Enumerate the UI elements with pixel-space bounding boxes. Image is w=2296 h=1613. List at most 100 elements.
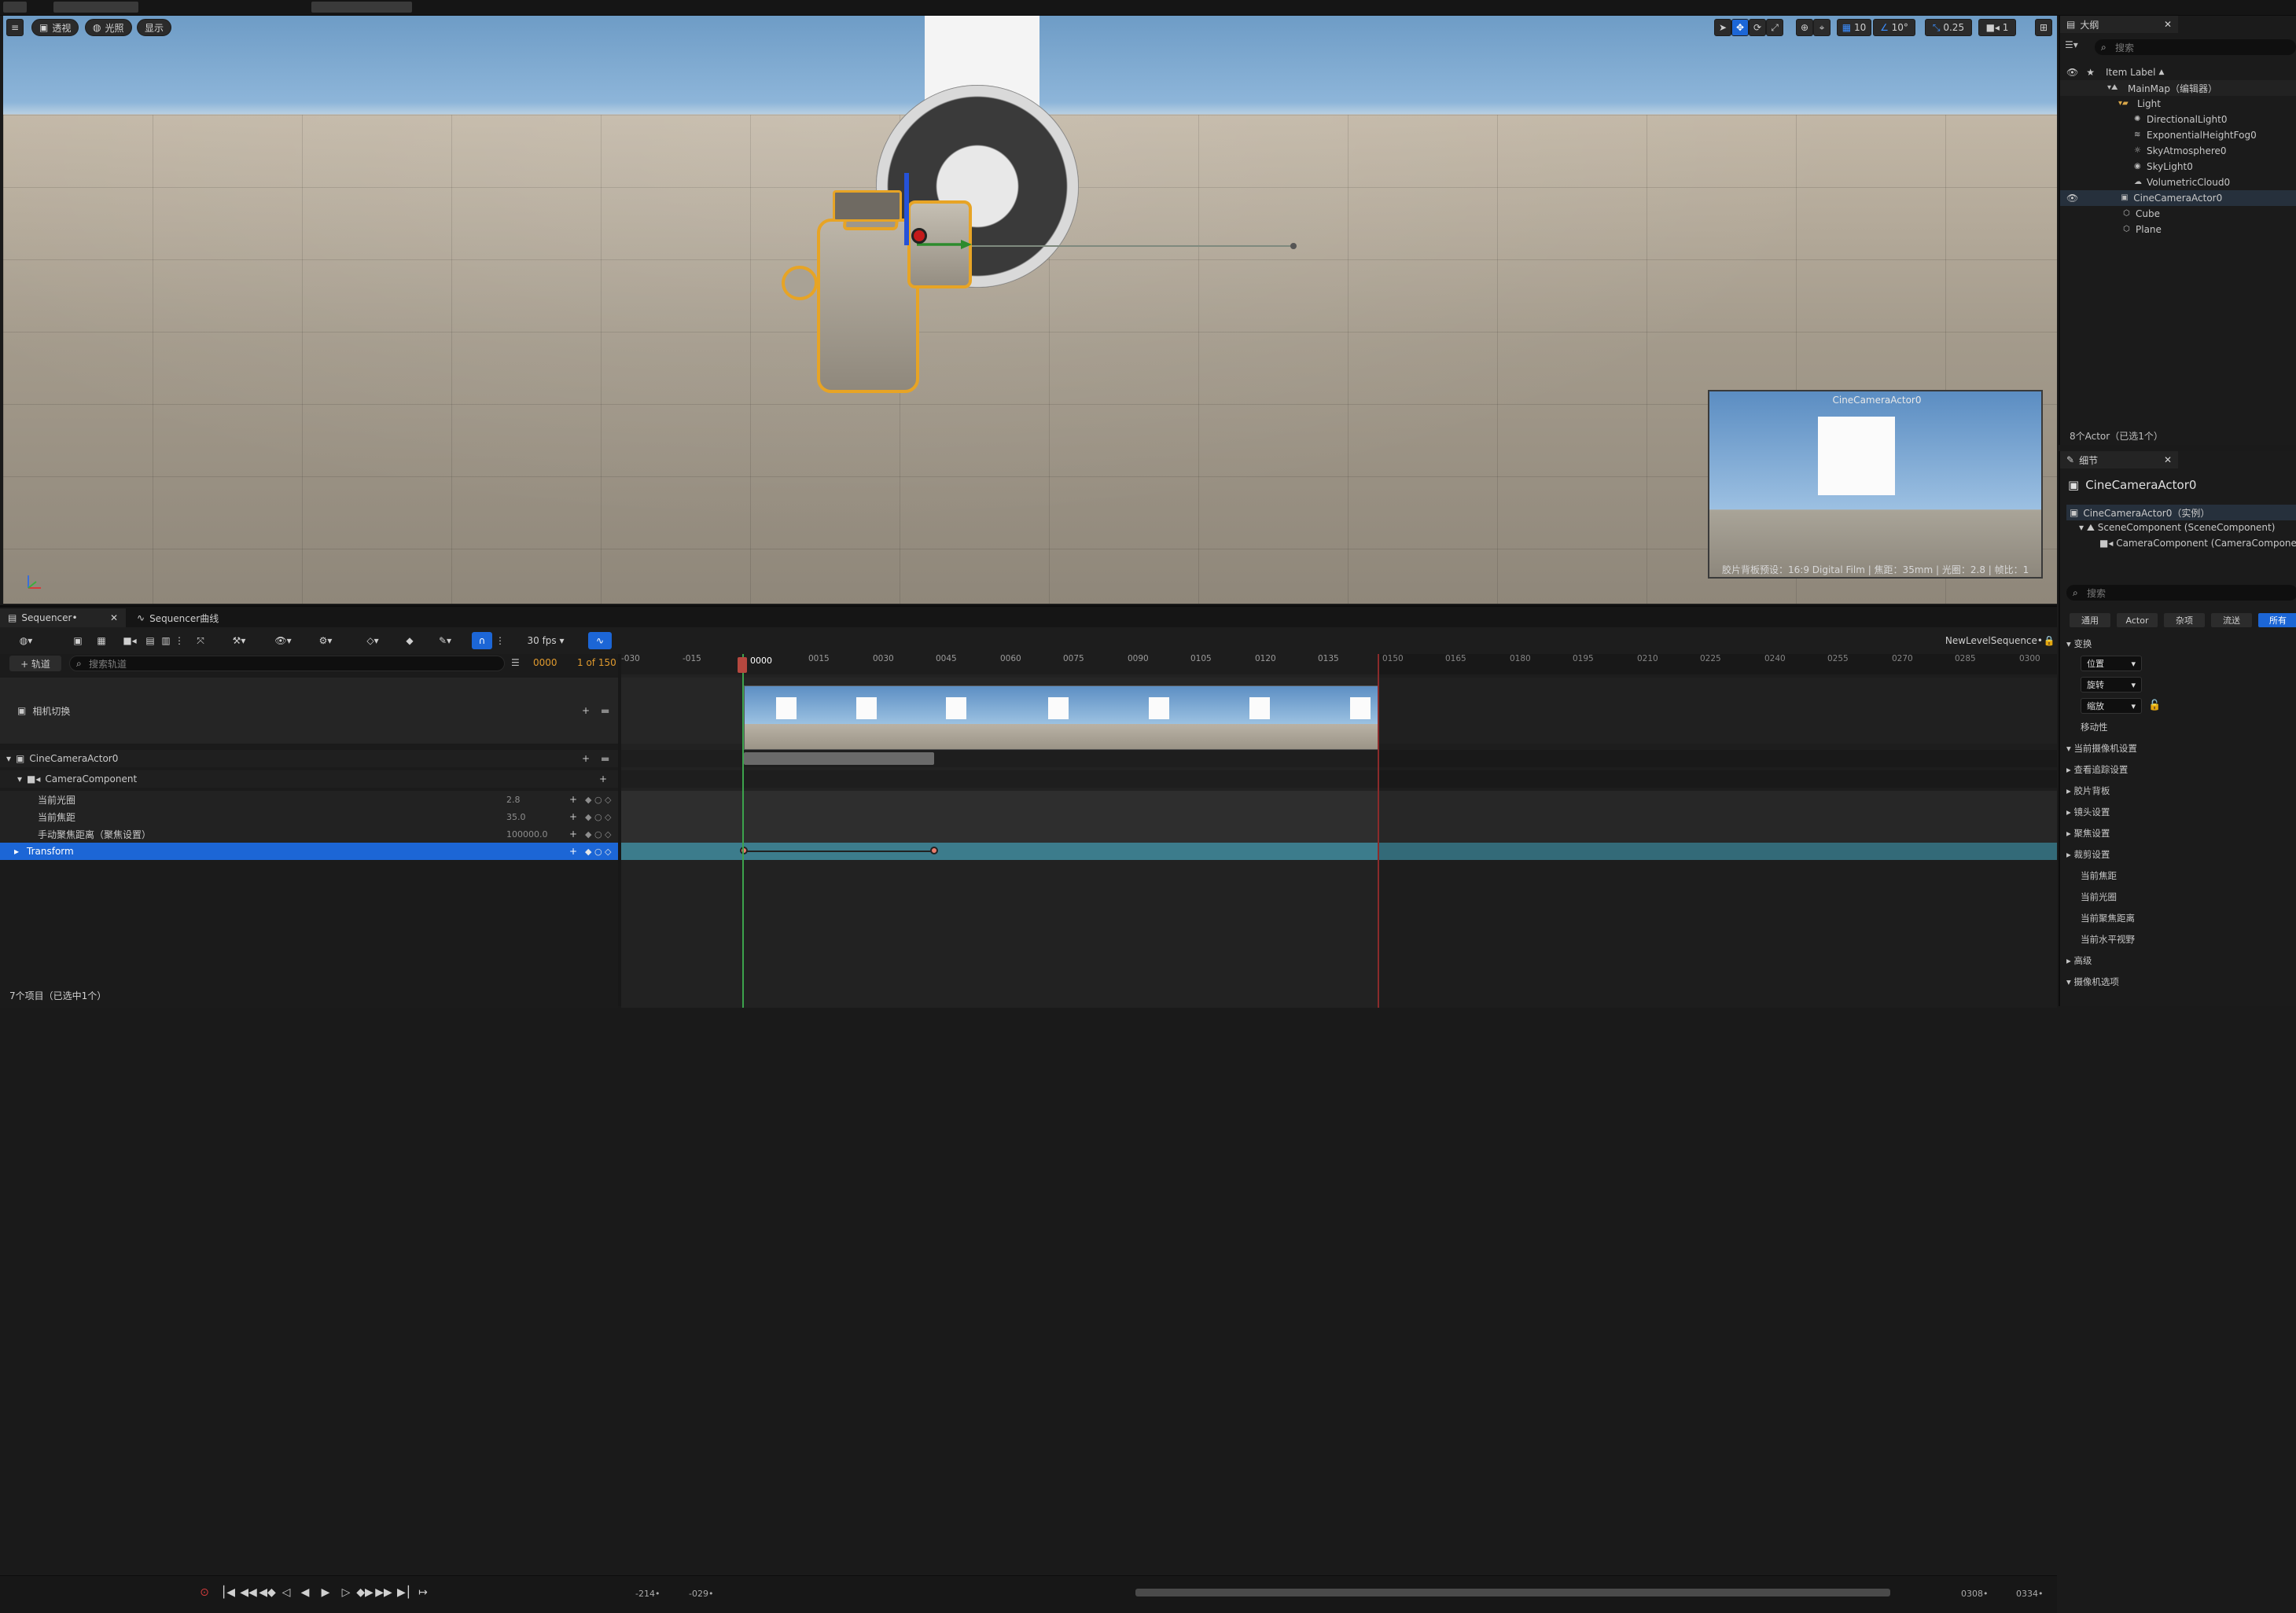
component-scene[interactable]: ▾ ⛰ SceneComponent (SceneComponent) [2079, 522, 2275, 534]
current-hfov-row[interactable]: 当前水平视野 [2060, 929, 2296, 950]
save-icon[interactable]: ▣ [69, 632, 86, 649]
go-to-end-icon[interactable]: ▶⎮ [396, 1584, 412, 1601]
previous-frame-icon[interactable]: ◁ [278, 1584, 294, 1601]
focus-value[interactable]: 100000.0 [506, 829, 548, 840]
tab-sequencer[interactable]: ▤ Sequencer• ✕ [0, 608, 126, 627]
transform-track[interactable]: ▸ Transform + ◆ ○ ◇ [0, 843, 618, 860]
timeline-scrollbar[interactable] [1135, 1589, 1890, 1596]
section-crop-settings[interactable]: ▸ 裁剪设置 [2060, 844, 2296, 865]
lit-button[interactable]: ◍ 光照 [85, 19, 132, 36]
clapper-icon[interactable]: ▥ [157, 632, 175, 649]
playhead-handle[interactable] [738, 657, 747, 673]
more-icon[interactable]: ⋮ [175, 632, 184, 649]
transform-keyframe[interactable] [930, 847, 938, 854]
track-options-icon[interactable]: ▬ [601, 753, 609, 764]
current-frame-field[interactable]: 0000 [533, 657, 557, 668]
aperture-track[interactable]: 当前光圈 2.8 + ◆ ○ ◇ [0, 791, 618, 808]
current-focus-distance-row[interactable]: 当前聚焦距离 [2060, 908, 2296, 928]
add-icon[interactable]: + [582, 753, 590, 764]
scale-dropdown[interactable]: 缩放 ▾ [2081, 698, 2142, 714]
section-lens-settings[interactable]: ▸ 镜头设置 [2060, 802, 2296, 822]
outliner-item-directionallight[interactable]: ✺ DirectionalLight0 [2060, 112, 2296, 127]
details-tab[interactable]: ✎ 细节 ✕ [2060, 451, 2178, 468]
reverse-play-icon[interactable]: ◀ [297, 1584, 313, 1601]
timeline-area[interactable]: -030 -015 0015 0030 0045 0060 0075 0090 … [621, 654, 2057, 1008]
more-icon[interactable]: ⋮ [495, 632, 505, 649]
lock-icon[interactable]: 🔓 [2148, 700, 2161, 711]
camera-cut-track[interactable]: ▣ 相机切换 + ▬ [0, 678, 618, 744]
item-label-column[interactable]: Item Label [2106, 67, 2156, 78]
show-button[interactable]: 显示 [137, 19, 172, 36]
lock-icon[interactable]: 🔒 [2043, 632, 2055, 649]
fps-selector[interactable]: 30 fps ▾ [519, 632, 572, 649]
filter-tab-all[interactable]: 所有 [2258, 613, 2296, 627]
add-key-icon[interactable]: + [569, 811, 577, 822]
record-icon[interactable]: ⊙ [197, 1584, 212, 1601]
playback-options-icon[interactable]: ⚙▾ [310, 632, 341, 649]
play-icon[interactable]: ▶ [318, 1584, 333, 1601]
fast-forward-icon[interactable]: ▶▶ [375, 1584, 392, 1601]
curve-editor-toggle-icon[interactable]: ∿ [588, 632, 612, 649]
perspective-button[interactable]: ▣ 透视 [31, 19, 79, 36]
focus-distance-track[interactable]: 手动聚焦距离（聚焦设置） 100000.0 + ◆ ○ ◇ [0, 825, 618, 843]
keyframe-nav[interactable]: ◆ ○ ◇ [585, 847, 612, 857]
filter-tab-misc[interactable]: 杂项 [2164, 613, 2205, 627]
render-movie-icon[interactable]: ▤ [142, 632, 159, 649]
camera-speed-button[interactable]: ■◂ 1 [1978, 19, 2016, 36]
surface-snap-icon[interactable]: ⌖ [1813, 19, 1831, 36]
outliner-item-skylight[interactable]: ◉ SkyLight0 [2060, 159, 2296, 175]
outliner-item-fog[interactable]: ≋ ExponentialHeightFog0 [2060, 127, 2296, 143]
outliner-tab[interactable]: ▤ 大纲 ✕ [2060, 16, 2178, 33]
section-focus-settings[interactable]: ▸ 聚焦设置 [2060, 823, 2296, 843]
filter-tab-general[interactable]: 通用 [2070, 613, 2110, 627]
outliner-item-cinecamera[interactable]: 👁 ▣ CineCameraActor0 [2060, 190, 2296, 206]
outliner-item-skyatmosphere[interactable]: ☼ SkyAtmosphere0 [2060, 143, 2296, 159]
next-frame-icon[interactable]: ▷ [338, 1584, 354, 1601]
view-end-field[interactable]: 0308• [1961, 1589, 1988, 1599]
actor-section-bar[interactable] [744, 752, 934, 765]
mobility-row[interactable]: 移动性 [2060, 717, 2296, 737]
component-track[interactable]: ▾ ■◂ CameraComponent + [0, 770, 618, 788]
visibility-icon[interactable]: 👁 [2066, 193, 2078, 204]
level-viewport[interactable]: ≡ ▣ 透视 ◍ 光照 显示 ➤ ✥ ⟳ ⤢ ⊕ ⌖ ▦ 10 ∠ 10° ⤡ 0.… [3, 16, 2057, 604]
play-controls[interactable] [311, 2, 412, 13]
section-advanced[interactable]: ▸ 高级 [2060, 950, 2296, 971]
track-search-input[interactable]: ⌕ 搜索轨道 [69, 656, 505, 671]
filter-tab-streaming[interactable]: 流送 [2211, 613, 2252, 627]
keyframe-nav[interactable]: ◆ ○ ◇ [585, 829, 612, 840]
playhead-line[interactable] [742, 654, 744, 1008]
track-options-icon[interactable]: ▬ [601, 705, 609, 716]
find-asset-icon[interactable]: ▦ [93, 632, 110, 649]
range-start-field[interactable]: -214• [635, 1589, 660, 1599]
focal-length-track[interactable]: 当前焦距 35.0 + ◆ ○ ◇ [0, 808, 618, 825]
keyframe-nav[interactable]: ◆ ○ ◇ [585, 812, 612, 822]
outliner-item-plane[interactable]: ⬡ Plane [2060, 222, 2296, 237]
key-options-icon[interactable]: ◇▾ [357, 632, 388, 649]
snap-magnet-icon[interactable]: ∩ [472, 632, 492, 649]
grid-snap-button[interactable]: ▦ 10 [1837, 19, 1871, 36]
close-icon[interactable]: ✕ [2164, 19, 2172, 30]
rotate-mode-icon[interactable]: ⟳ [1749, 19, 1766, 36]
keyframe-nav[interactable]: ◆ ○ ◇ [585, 795, 612, 805]
outliner-search-input[interactable]: ⌕ 搜索 [2095, 39, 2296, 55]
gizmo-z-axis[interactable] [904, 173, 909, 245]
current-focal-length-row[interactable]: 当前焦距 [2060, 865, 2296, 886]
current-aperture-row[interactable]: 当前光圈 [2060, 887, 2296, 907]
aperture-value[interactable]: 2.8 [506, 795, 521, 805]
view-start-field[interactable]: -029• [689, 1589, 713, 1599]
close-icon[interactable]: ✕ [110, 612, 118, 623]
add-key-icon[interactable]: + [569, 846, 577, 857]
visibility-icon[interactable]: 👁 [2066, 67, 2078, 78]
translate-mode-icon[interactable]: ✥ [1731, 19, 1749, 36]
world-settings-icon[interactable]: ◍▾ [13, 632, 39, 649]
viewport-menu-icon[interactable]: ≡ [6, 19, 24, 36]
filter-icon[interactable]: ☰▾ [2065, 39, 2088, 55]
outliner-item-volumetriccloud[interactable]: ☁ VolumetricCloud0 [2060, 175, 2296, 190]
details-instance-row[interactable]: ▣ CineCameraActor0（实例） [2066, 505, 2296, 520]
outliner-item-mainmap[interactable]: ▾⛰ MainMap（编辑器） [2060, 80, 2296, 96]
tab-sequencer-curves[interactable]: ∿ Sequencer曲线 [129, 608, 226, 627]
world-space-icon[interactable]: ⊕ [1796, 19, 1813, 36]
details-search-input[interactable]: ⌕ 搜索 [2066, 585, 2296, 601]
actions-icon[interactable]: ⚒▾ [225, 632, 253, 649]
add-icon[interactable]: + [582, 705, 590, 716]
